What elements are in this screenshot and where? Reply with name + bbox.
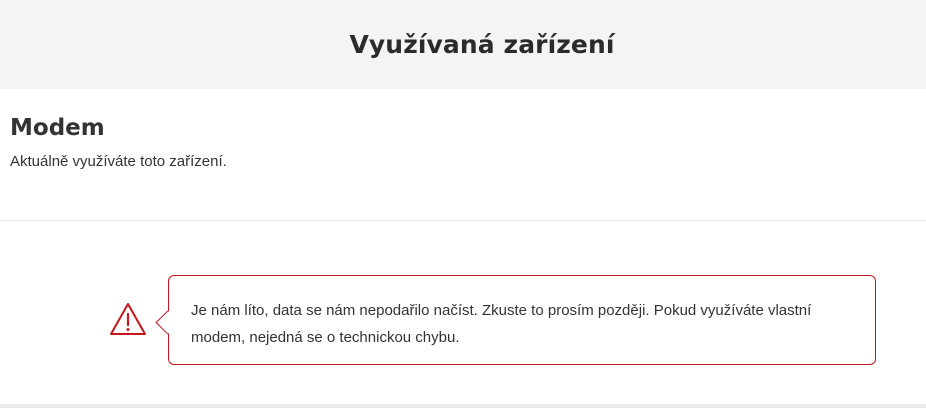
page-header: Využívaná zařízení (0, 0, 926, 89)
page: Využívaná zařízení Modem Aktuálně využív… (0, 0, 926, 408)
error-alert-area: Je nám líto, data se nám nepodařilo načí… (0, 221, 926, 404)
error-message: Je nám líto, data se nám nepodařilo načí… (191, 302, 812, 346)
device-section: Modem Aktuálně využíváte toto zařízení. (0, 89, 926, 221)
device-name: Modem (10, 115, 105, 141)
error-alert-box: Je nám líto, data se nám nepodařilo načí… (168, 275, 876, 365)
page-title: Využívaná zařízení (349, 30, 615, 59)
bottom-divider (0, 404, 926, 408)
warning-triangle-icon (110, 303, 146, 335)
device-description: Aktuálně využíváte toto zařízení. (10, 153, 227, 170)
